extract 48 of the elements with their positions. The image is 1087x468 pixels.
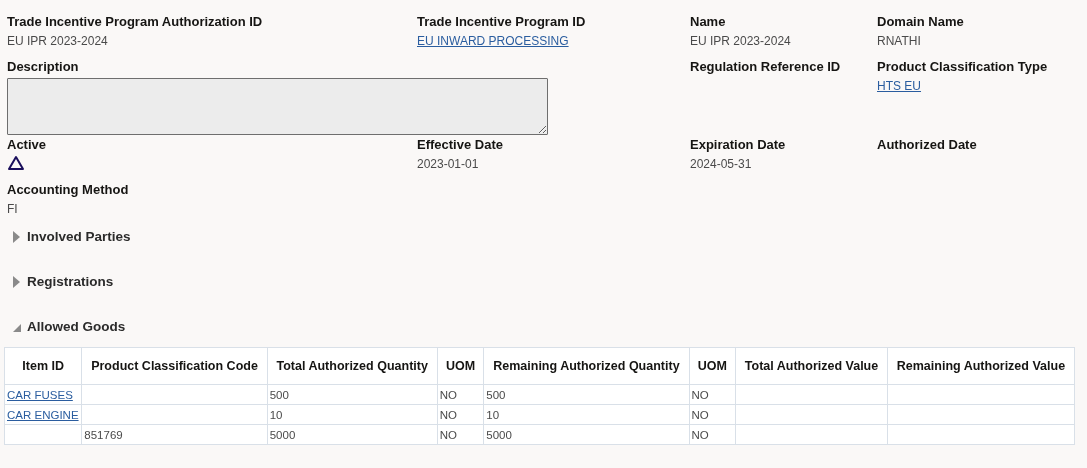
table-cell: 500 [269,388,289,401]
field-label: Trade Incentive Program ID [417,13,586,31]
field-label: Trade Incentive Program Authorization ID [7,13,263,31]
field-label: Accounting Method [7,181,129,199]
table-cell: NO [439,428,457,441]
table-cell: 5000 [486,428,512,441]
table-cell: 10 [269,408,283,421]
field-value: FI [7,201,18,218]
field-value: 2023-01-01 [417,156,479,173]
field-label: Expiration Date [690,136,786,154]
caret-icon [10,229,22,244]
column-header: Remaining Authorized Quantity [483,347,690,385]
column-header: UOM [689,347,736,385]
column-header: Item ID [4,347,82,385]
field-label: Domain Name [877,13,964,31]
caret-icon [10,274,22,289]
field-label: Description [7,58,79,76]
description-field[interactable] [7,78,548,135]
table-cell: 10 [486,408,500,421]
field-value: EU IPR 2023-2024 [690,33,791,50]
table-cell: 851769 [84,428,123,441]
field-label: Regulation Reference ID [690,58,841,76]
triangle-icon [7,155,25,171]
table-cell: 500 [486,388,506,401]
column-header: Total Authorized Quantity [267,347,438,385]
field-label: Product Classification Type [877,58,1048,76]
field-value: 2024-05-31 [690,156,752,173]
field-label: Authorized Date [877,136,977,154]
table-cell: NO [691,408,709,421]
table-cell: NO [691,428,709,441]
column-header: Remaining Authorized Value [887,347,1075,385]
field-label: Name [690,13,726,31]
section-toggle[interactable]: Registrations [10,274,114,289]
field-link[interactable]: HTS EU [877,77,921,95]
field-value: EU IPR 2023-2024 [7,33,108,50]
table-cell: NO [439,388,457,401]
section-toggle[interactable]: Allowed Goods [10,319,126,334]
field-link[interactable]: EU INWARD PROCESSING [417,32,569,50]
field-value: RNATHI [877,33,921,50]
field-label: Effective Date [417,136,503,154]
column-header: Total Authorized Value [735,347,888,385]
field-label: Active [7,136,47,154]
column-header: Product Classification Code [81,347,268,385]
table-cell: NO [439,408,457,421]
table-cell: 5000 [269,428,296,441]
table-cell: NO [691,388,709,401]
section-toggle[interactable]: Involved Parties [10,229,131,244]
column-header: UOM [437,347,484,385]
